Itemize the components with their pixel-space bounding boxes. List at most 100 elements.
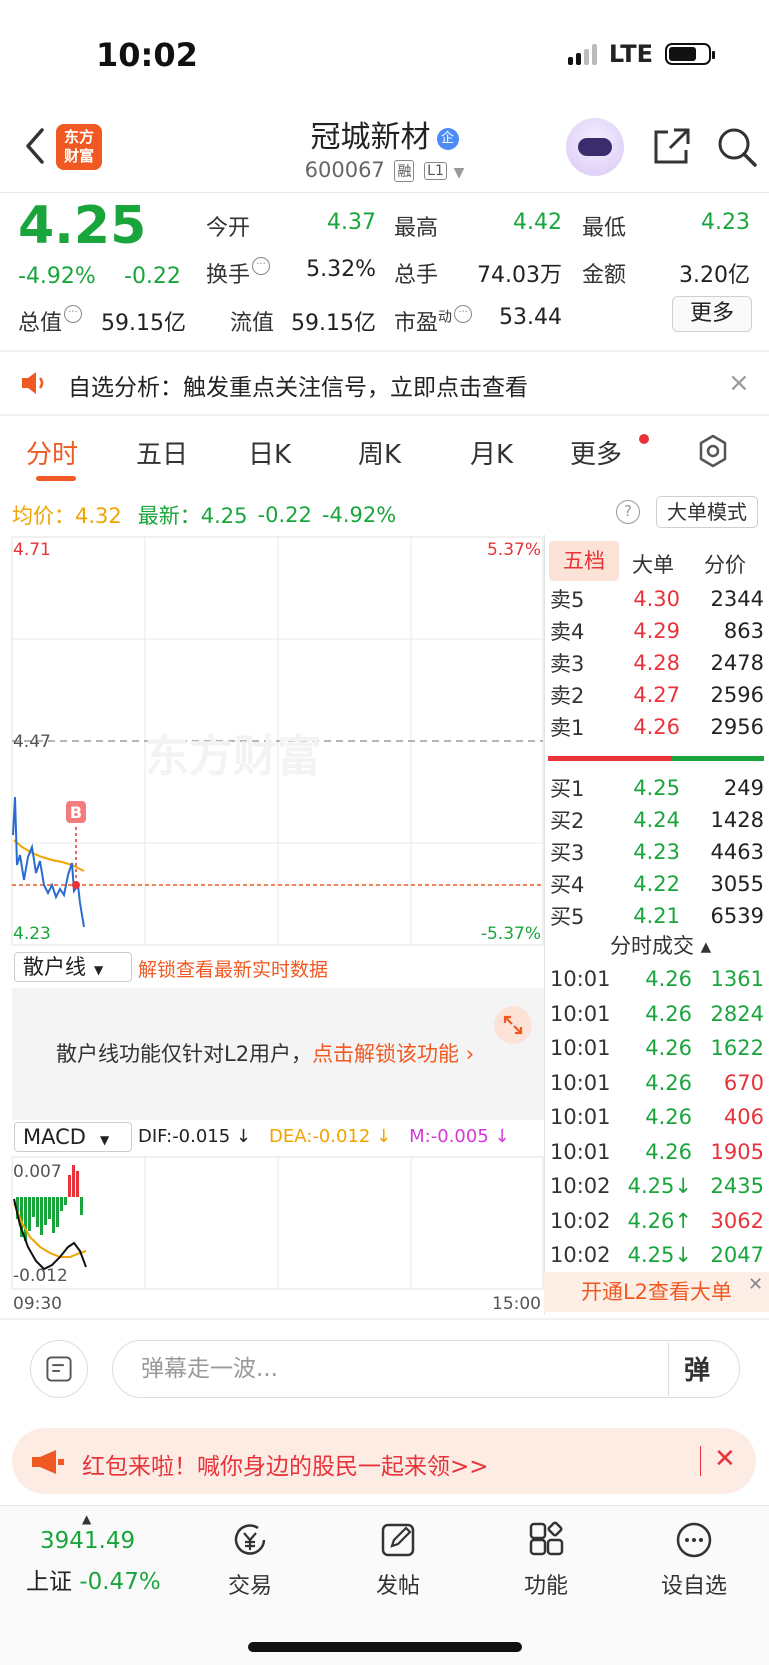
time-start-label: 09:30 (13, 1294, 62, 1314)
tick-row: 10:01 4.26 1622 (550, 1031, 764, 1065)
latest-percent: -4.92% (321, 503, 397, 527)
search-icon[interactable] (716, 126, 758, 168)
tab-big-orders[interactable]: 大单 (632, 549, 674, 579)
close-icon[interactable]: ✕ (748, 1274, 763, 1295)
tick-volume: 1361 (710, 967, 764, 991)
y-mid-label: 4.47 (13, 732, 51, 752)
info-icon[interactable]: ··· (252, 257, 271, 275)
level-volume: 2956 (710, 715, 764, 739)
header-divider (0, 192, 769, 193)
info-icon[interactable]: ··· (64, 305, 83, 323)
more-button[interactable]: 更多 (672, 296, 752, 332)
tab-price-distribution[interactable]: 分价 (704, 549, 746, 579)
nav-post[interactable]: 发帖 (348, 1514, 448, 1600)
high-value: 4.42 (513, 210, 562, 235)
note-icon[interactable] (30, 1340, 88, 1398)
level-price: 4.24 (633, 808, 680, 832)
ask-row: 卖3 4.28 2478 (550, 647, 764, 679)
intraday-chart[interactable]: 东方财富 4.71 5.37% 4.47 4.23 -5.37% B 0.007 (0, 535, 545, 1315)
mktcap-value: 59.15亿 (101, 311, 186, 336)
assistant-avatar[interactable] (566, 118, 624, 176)
tick-price: 4.26 (645, 1070, 692, 1095)
level-volume: 2344 (710, 587, 764, 611)
index-label[interactable]: 上证 -0.47% (26, 1562, 161, 1596)
tab-underline (36, 476, 76, 481)
tick-time: 10:01 (550, 1139, 611, 1164)
notice-text[interactable]: 自选分析：触发重点关注信号，立即点击查看 (68, 368, 528, 402)
close-icon[interactable]: ✕ (714, 1444, 736, 1474)
level-volume: 249 (723, 776, 764, 800)
share-icon[interactable] (650, 126, 692, 168)
float-label: 流值 (230, 311, 275, 336)
level-volume: 4463 (710, 840, 764, 864)
ticks-header[interactable]: 分时成交 ▴ (610, 930, 711, 960)
verified-badge: 企 (436, 127, 459, 150)
danmaku-input[interactable]: 弹幕走一波... (112, 1340, 740, 1398)
expand-icon[interactable] (494, 1006, 532, 1044)
input-separator (668, 1342, 669, 1396)
help-icon[interactable]: ? (616, 500, 640, 524)
tick-volume: 1905 (710, 1139, 764, 1164)
red-packet-text[interactable]: 红包来啦！喊你身边的股民一起来领>> (82, 1447, 489, 1481)
status-time: 10:02 (96, 36, 198, 74)
tab-daily-k[interactable]: 日K (248, 434, 291, 471)
nav-features[interactable]: 功能 (496, 1514, 596, 1600)
notice-close-icon[interactable]: × (728, 368, 750, 398)
tick-time: 10:02 (550, 1174, 611, 1198)
status-indicators: LTE (567, 40, 715, 68)
caret-up-icon: ▲ (82, 1512, 92, 1526)
banner-separator (700, 1446, 701, 1476)
tick-row: 10:02 4.25↓ 2047 (550, 1238, 764, 1272)
retail-line-select[interactable]: 散户线 ▼ (14, 952, 132, 982)
level-price: 4.27 (633, 683, 680, 707)
level-price: 4.30 (633, 587, 680, 611)
grid-icon (529, 1521, 564, 1556)
tab-weekly-k[interactable]: 周K (358, 434, 401, 471)
tick-time: 10:01 (550, 967, 611, 991)
network-label: LTE (608, 40, 653, 68)
retail-unlock-feature-link[interactable]: 点击解锁该功能 › (312, 1042, 474, 1066)
tab-intraday[interactable]: 分时 (26, 434, 78, 471)
macd-select[interactable]: MACD ▼ (14, 1122, 132, 1152)
tick-time: 10:01 (550, 1070, 611, 1095)
new-dot (639, 434, 649, 444)
tick-price: 4.26 (645, 967, 692, 991)
tab-more[interactable]: 更多 (570, 434, 622, 471)
amount-label: 金额 (582, 263, 627, 288)
level-price: 4.26 (633, 715, 680, 739)
high-label: 最高 (394, 216, 439, 241)
tab-five-levels[interactable]: 五档 (549, 541, 619, 581)
info-icon[interactable]: ··· (454, 305, 473, 323)
nav-add-watch[interactable]: 设自选 (644, 1514, 744, 1600)
tick-time: 10:02 (550, 1243, 611, 1267)
amount-value: 3.20亿 (679, 263, 750, 288)
level-volume: 2596 (710, 683, 764, 707)
level-price: 4.22 (633, 872, 680, 896)
volume-value: 74.03万 (477, 263, 562, 288)
yen-cycle-icon (234, 1524, 266, 1555)
tab-five-day[interactable]: 五日 (136, 434, 188, 471)
tick-price: 4.26 (645, 1001, 692, 1026)
big-order-mode-button[interactable]: 大单模式 (656, 496, 758, 528)
tick-row: 10:01 4.26 670 (550, 1066, 764, 1100)
signal-icon (567, 43, 597, 65)
bid-row: 买4 4.22 3055 (550, 868, 764, 900)
nav-trade[interactable]: 交易 (200, 1514, 300, 1600)
retail-unlock-link[interactable]: 解锁查看最新实时数据 (138, 955, 328, 982)
volume-label: 总手 (394, 263, 439, 288)
gear-icon[interactable] (696, 434, 730, 468)
level-label: 买1 (550, 777, 585, 801)
watermark: 东方财富 (145, 731, 321, 782)
chevron-down-icon: ▼ (99, 1133, 110, 1147)
tick-price: 4.26 (645, 1036, 692, 1060)
l2-upgrade-banner[interactable]: 开通L2查看大单 (544, 1272, 769, 1312)
danmaku-button[interactable]: 弹 (684, 1350, 710, 1387)
tab-monthly-k[interactable]: 月K (470, 434, 513, 471)
time-end-label: 15:00 (492, 1294, 541, 1314)
level-label: 买4 (550, 873, 585, 897)
level-price: 4.28 (633, 651, 680, 675)
low-label: 最低 (582, 216, 627, 241)
index-value[interactable]: 3941.49 (40, 1528, 135, 1554)
low-value: 4.23 (701, 210, 750, 235)
tick-row: 10:01 4.26 1361 (550, 962, 764, 996)
